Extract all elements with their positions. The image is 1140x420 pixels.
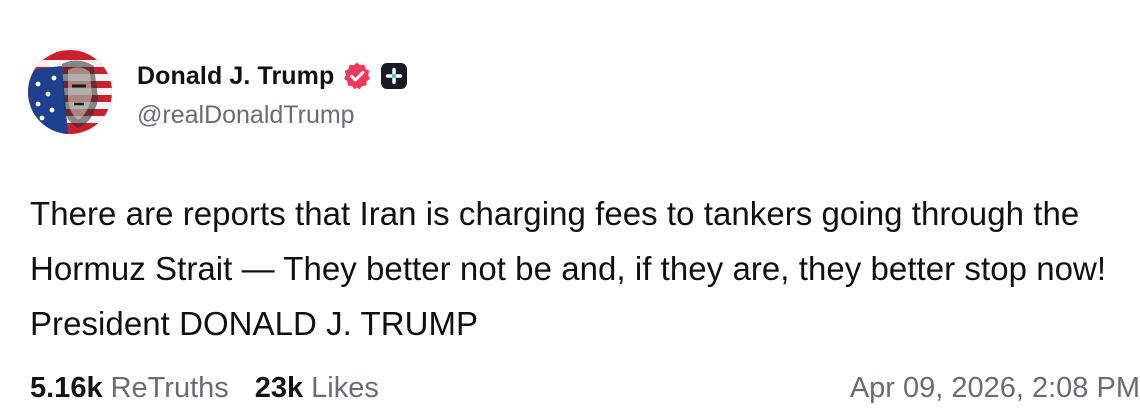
author-name-row: Donald J. Trump [137, 54, 408, 98]
likes-stat[interactable]: 23k Likes [255, 372, 379, 405]
plus-badge-icon [380, 62, 408, 90]
post-timestamp[interactable]: Apr 09, 2026, 2:08 PM [850, 372, 1140, 405]
avatar-image [28, 50, 112, 134]
verified-badge-icon [342, 61, 372, 91]
author-handle[interactable]: @realDonaldTrump [137, 101, 408, 130]
retruths-count: 5.16k [30, 372, 103, 404]
post-header: Donald J. Trump @realDonaldTrump [28, 50, 408, 134]
retruths-stat[interactable]: 5.16k ReTruths [30, 372, 229, 405]
author-display-name[interactable]: Donald J. Trump [137, 62, 334, 91]
post-text: There are reports that Iran is charging … [30, 195, 1107, 342]
author-identity: Donald J. Trump @realDonaldTrump [137, 54, 408, 130]
likes-label: Likes [311, 372, 379, 404]
avatar[interactable] [28, 50, 112, 134]
likes-count: 23k [254, 372, 304, 404]
post-stats: 5.16k ReTruths 23k Likes [30, 372, 379, 405]
retruths-label: ReTruths [110, 372, 229, 404]
